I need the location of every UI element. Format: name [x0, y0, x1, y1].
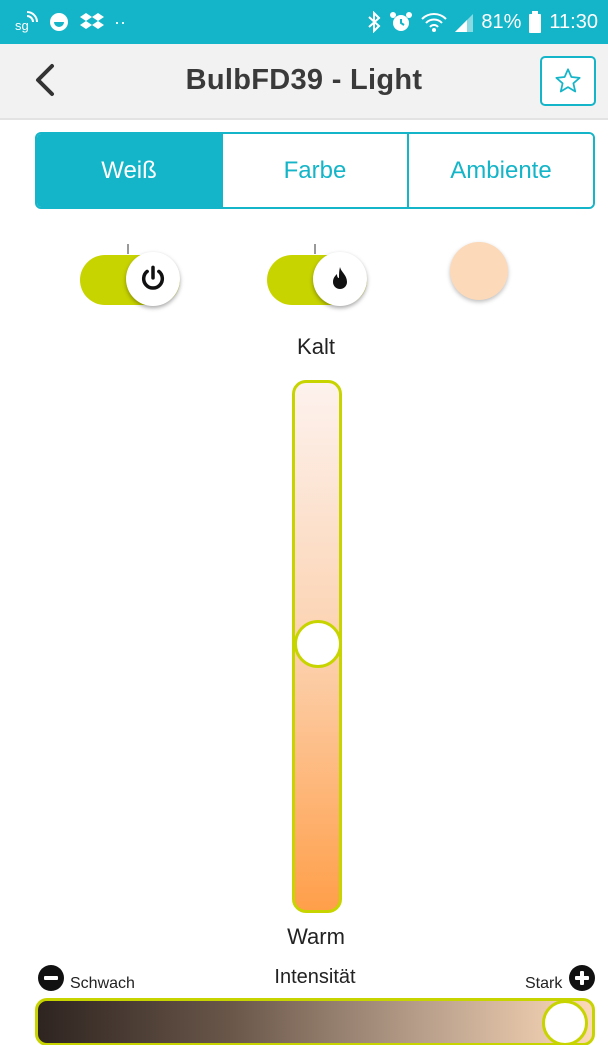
power-toggle[interactable]: [80, 244, 180, 308]
wifi-icon: [421, 11, 448, 33]
white-mode-toggle[interactable]: [267, 244, 367, 308]
svg-text:sg: sg: [15, 18, 29, 33]
toggle-tick: [314, 244, 316, 254]
minus-circle-icon[interactable]: [38, 965, 64, 991]
status-bar: sg ·· 81% 11:30: [0, 0, 608, 44]
tab-weiss[interactable]: Weiß: [37, 134, 221, 207]
intensity-label: Intensität: [274, 966, 356, 988]
star-outline-icon: [555, 68, 581, 93]
app-bar-divider: [0, 118, 608, 120]
mode-tabs: Weiß Farbe Ambiente: [35, 132, 595, 209]
intensity-slider[interactable]: [35, 998, 595, 1045]
white-mode-toggle-knob: [313, 252, 367, 306]
power-icon: [141, 265, 165, 290]
alarm-icon: [389, 10, 413, 34]
temperature-cold-label: Kalt: [297, 334, 335, 359]
battery-icon: [529, 11, 542, 33]
page-title: BulbFD39 - Light: [185, 64, 423, 96]
bluetooth-icon: [367, 11, 381, 33]
favorite-button[interactable]: [540, 56, 596, 106]
toggle-tick: [127, 244, 129, 254]
tab-farbe[interactable]: Farbe: [221, 134, 407, 207]
temperature-slider-thumb[interactable]: [294, 620, 342, 668]
color-preview-swatch[interactable]: [450, 242, 508, 300]
intensity-slider-thumb[interactable]: [542, 1000, 588, 1045]
status-bar-left: sg ··: [14, 8, 126, 36]
plus-circle-icon[interactable]: [569, 965, 595, 991]
battery-percent: 81%: [481, 10, 522, 33]
dotted-circle-icon: [48, 11, 70, 33]
status-bar-right: 81% 11:30: [367, 8, 598, 36]
app-bar: BulbFD39 - Light: [0, 44, 608, 118]
dropbox-icon: [80, 11, 104, 33]
power-toggle-knob: [126, 252, 180, 306]
intensity-max-label: Stark: [525, 975, 563, 992]
clock: 11:30: [549, 10, 598, 33]
more-notifications: ··: [114, 11, 126, 32]
tab-ambiente[interactable]: Ambiente: [407, 134, 593, 207]
temperature-warm-label: Warm: [287, 924, 345, 949]
flame-icon: [333, 267, 347, 289]
signal-icon: [455, 12, 474, 32]
sg-notification-icon: sg: [14, 10, 38, 34]
intensity-min-label: Schwach: [70, 975, 135, 992]
